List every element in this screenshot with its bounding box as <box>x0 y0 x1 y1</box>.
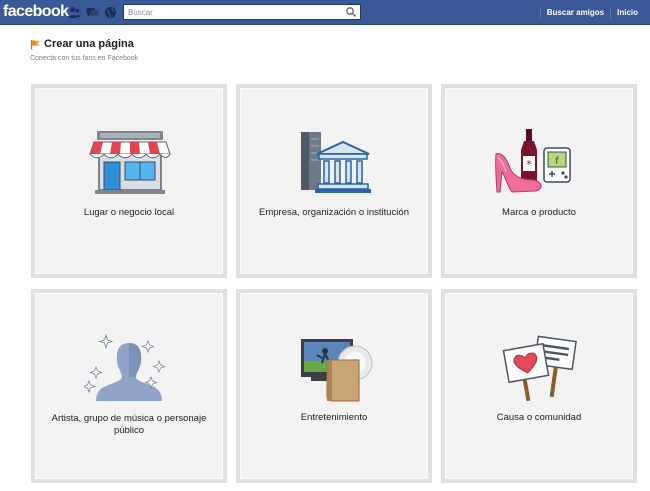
svg-text:*: * <box>526 158 532 171</box>
category-card-company[interactable]: Empresa, organización o institución <box>236 84 432 278</box>
building-icon <box>301 132 371 193</box>
notification-jewels <box>68 6 117 20</box>
category-label: Artista, grupo de música o personaje púb… <box>51 413 207 436</box>
category-card-artist[interactable]: Artista, grupo de música o personaje púb… <box>31 289 227 483</box>
home-link[interactable]: Inicio <box>611 7 644 19</box>
messages-icon[interactable] <box>86 6 99 19</box>
category-card-entertainment[interactable]: Entretenimiento <box>236 289 432 483</box>
search-input[interactable] <box>124 5 344 19</box>
facebook-logo[interactable]: facebook <box>3 2 69 22</box>
top-nav: Buscar amigos Inicio <box>539 0 644 25</box>
page-subtitle: Conecta con tus fans en Facebook <box>30 55 139 62</box>
friend-requests-icon[interactable] <box>68 6 81 19</box>
search-icon[interactable] <box>345 6 357 18</box>
category-label: Lugar o negocio local <box>83 207 175 218</box>
artist-silhouette-icon <box>84 333 166 401</box>
products-icon: * f <box>495 129 571 193</box>
page-title: Crear una página <box>44 38 134 50</box>
category-label: Empresa, organización o institución <box>259 207 409 218</box>
notifications-globe-icon[interactable] <box>104 6 117 19</box>
svg-text:f: f <box>555 156 559 167</box>
category-card-local-business[interactable]: Lugar o negocio local <box>31 84 227 278</box>
category-label: Entretenimiento <box>300 412 368 423</box>
flag-icon <box>30 39 40 50</box>
top-bar: facebook Buscar amigos Inicio <box>0 0 650 25</box>
title-row: Crear una página <box>30 38 138 51</box>
category-card-cause[interactable]: Causa o comunidad <box>441 289 637 483</box>
category-label: Marca o producto <box>502 207 576 218</box>
category-card-brand[interactable]: * f Marca o producto <box>441 84 637 278</box>
find-friends-link[interactable]: Buscar amigos <box>541 7 610 19</box>
page-header: Crear una página Conecta con tus fans en… <box>30 38 138 63</box>
search-box[interactable] <box>123 4 361 20</box>
storefront-icon <box>89 131 171 194</box>
category-label: Causa o comunidad <box>496 412 582 423</box>
entertainment-icon <box>301 339 373 402</box>
protest-signs-icon <box>502 335 577 402</box>
